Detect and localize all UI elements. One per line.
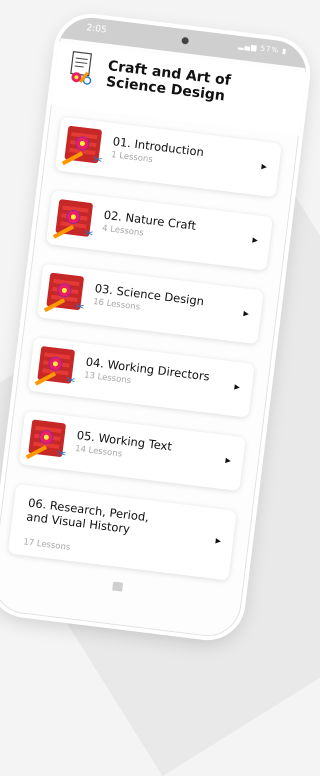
battery-icon: ▮: [281, 47, 288, 56]
craft-art-icon: ✂: [52, 199, 94, 240]
status-time: 2:05: [85, 23, 108, 36]
lesson-count: 17 Lessons: [22, 537, 71, 553]
craft-art-icon: ✂: [34, 345, 76, 387]
battery-level: 57%: [260, 44, 280, 55]
craft-art-icon: ✂: [43, 272, 85, 314]
lesson-card-science-design[interactable]: ✂ 03. Science Design 16 Lessons ▶: [36, 263, 264, 345]
page-title: Craft and Art of Science Design: [105, 58, 232, 105]
lesson-title: 06. Research, Period, and Visual History: [25, 495, 150, 537]
lesson-card-research-history[interactable]: 06. Research, Period, and Visual History…: [7, 483, 237, 581]
status-icons: ▂▄▆ 57% ▮: [238, 42, 288, 56]
app-logo-icon: [68, 49, 98, 86]
chevron-right-icon: ▶: [224, 456, 232, 465]
chevron-right-icon: ▶: [242, 309, 250, 318]
craft-art-icon: ✂: [61, 125, 103, 167]
lesson-card-nature-craft[interactable]: ✂ 02. Nature Craft 4 Lessons ▶: [45, 190, 273, 271]
lesson-card-working-directors[interactable]: ✂ 04. Working Directors 13 Lessons ▶: [27, 337, 255, 418]
chevron-right-icon: ▶: [215, 536, 222, 546]
chevron-right-icon: ▶: [252, 235, 259, 245]
chevron-right-icon: ▶: [261, 162, 268, 172]
home-button[interactable]: [112, 581, 124, 592]
lesson-card-working-text[interactable]: ✂ 05. Working Text 14 Lessons ▶: [18, 410, 246, 492]
signal-icon: ▂▄▆: [237, 41, 258, 53]
craft-art-icon: ✂: [25, 419, 67, 461]
chevron-right-icon: ▶: [233, 382, 241, 392]
